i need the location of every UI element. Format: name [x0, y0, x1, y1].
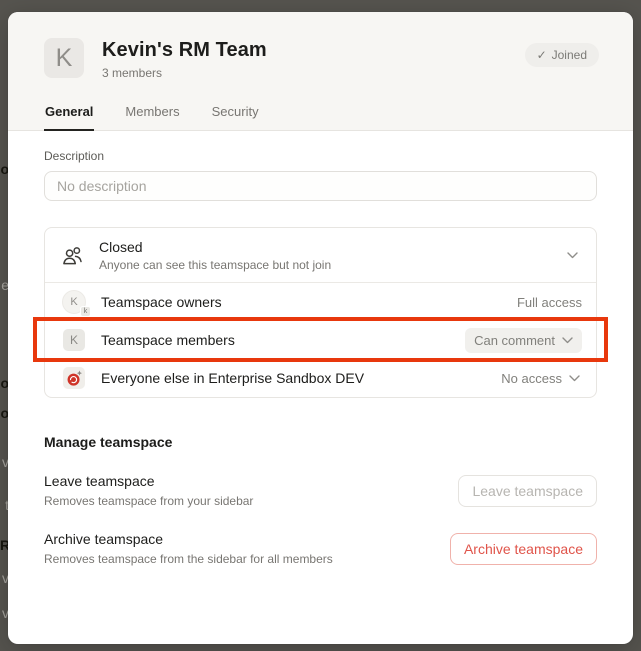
dialog-header: K Kevin's RM Team 3 members ✓ Joined Gen…: [8, 12, 633, 131]
row-teamspace-owners: K k Teamspace owners Full access: [45, 283, 596, 321]
members-avatar: K: [63, 329, 85, 351]
settings-tabs: General Members Security: [44, 104, 599, 130]
row-label: Teamspace members: [101, 332, 235, 348]
row-everyone-else: Everyone else in Enterprise Sandbox DEV …: [45, 359, 596, 397]
visibility-title: Closed: [99, 239, 331, 255]
access-level-label: Full access: [517, 295, 582, 310]
tab-security[interactable]: Security: [211, 104, 260, 131]
permissions-box: Closed Anyone can see this teamspace but…: [44, 227, 597, 398]
joined-label: Joined: [552, 48, 587, 62]
tab-members[interactable]: Members: [124, 104, 180, 131]
member-count: 3 members: [102, 66, 267, 80]
archive-teamspace-row: Archive teamspace Removes teamspace from…: [44, 531, 597, 566]
owners-avatar-badge: k: [80, 306, 91, 317]
manage-teamspace-heading: Manage teamspace: [44, 434, 597, 450]
leave-teamspace-row: Leave teamspace Removes teamspace from y…: [44, 473, 597, 508]
check-icon: ✓: [537, 48, 547, 62]
archive-teamspace-subtitle: Removes teamspace from the sidebar for a…: [44, 552, 333, 566]
chevron-down-icon: [562, 337, 573, 344]
joined-badge[interactable]: ✓ Joined: [525, 43, 599, 67]
access-level-label: No access: [501, 371, 562, 386]
teamspace-title: Kevin's RM Team: [102, 39, 267, 62]
everyone-access-dropdown[interactable]: No access: [501, 371, 582, 386]
visibility-selector[interactable]: Closed Anyone can see this teamspace but…: [45, 228, 596, 283]
row-label: Everyone else in Enterprise Sandbox DEV: [101, 370, 364, 386]
access-level-label: Can comment: [474, 333, 555, 348]
tab-general[interactable]: General: [44, 104, 94, 131]
row-label: Teamspace owners: [101, 294, 222, 310]
people-icon: [61, 244, 85, 268]
teamspace-settings-dialog: K Kevin's RM Team 3 members ✓ Joined Gen…: [8, 12, 633, 644]
leave-teamspace-subtitle: Removes teamspace from your sidebar: [44, 494, 253, 508]
workspace-logo-icon: [63, 367, 85, 389]
row-teamspace-members: K Teamspace members Can comment: [45, 321, 596, 359]
leave-teamspace-button[interactable]: Leave teamspace: [458, 475, 597, 507]
visibility-subtitle: Anyone can see this teamspace but not jo…: [99, 258, 331, 272]
chevron-down-icon: [567, 252, 578, 259]
description-label: Description: [44, 149, 597, 163]
chevron-down-icon: [569, 375, 580, 382]
description-input[interactable]: [44, 171, 597, 201]
archive-teamspace-button[interactable]: Archive teamspace: [450, 533, 597, 565]
members-access-dropdown[interactable]: Can comment: [465, 328, 582, 353]
archive-teamspace-title: Archive teamspace: [44, 531, 333, 547]
dialog-body: Description Closed Anyone can see this t…: [8, 131, 633, 566]
leave-teamspace-title: Leave teamspace: [44, 473, 253, 489]
teamspace-avatar[interactable]: K: [44, 38, 84, 78]
